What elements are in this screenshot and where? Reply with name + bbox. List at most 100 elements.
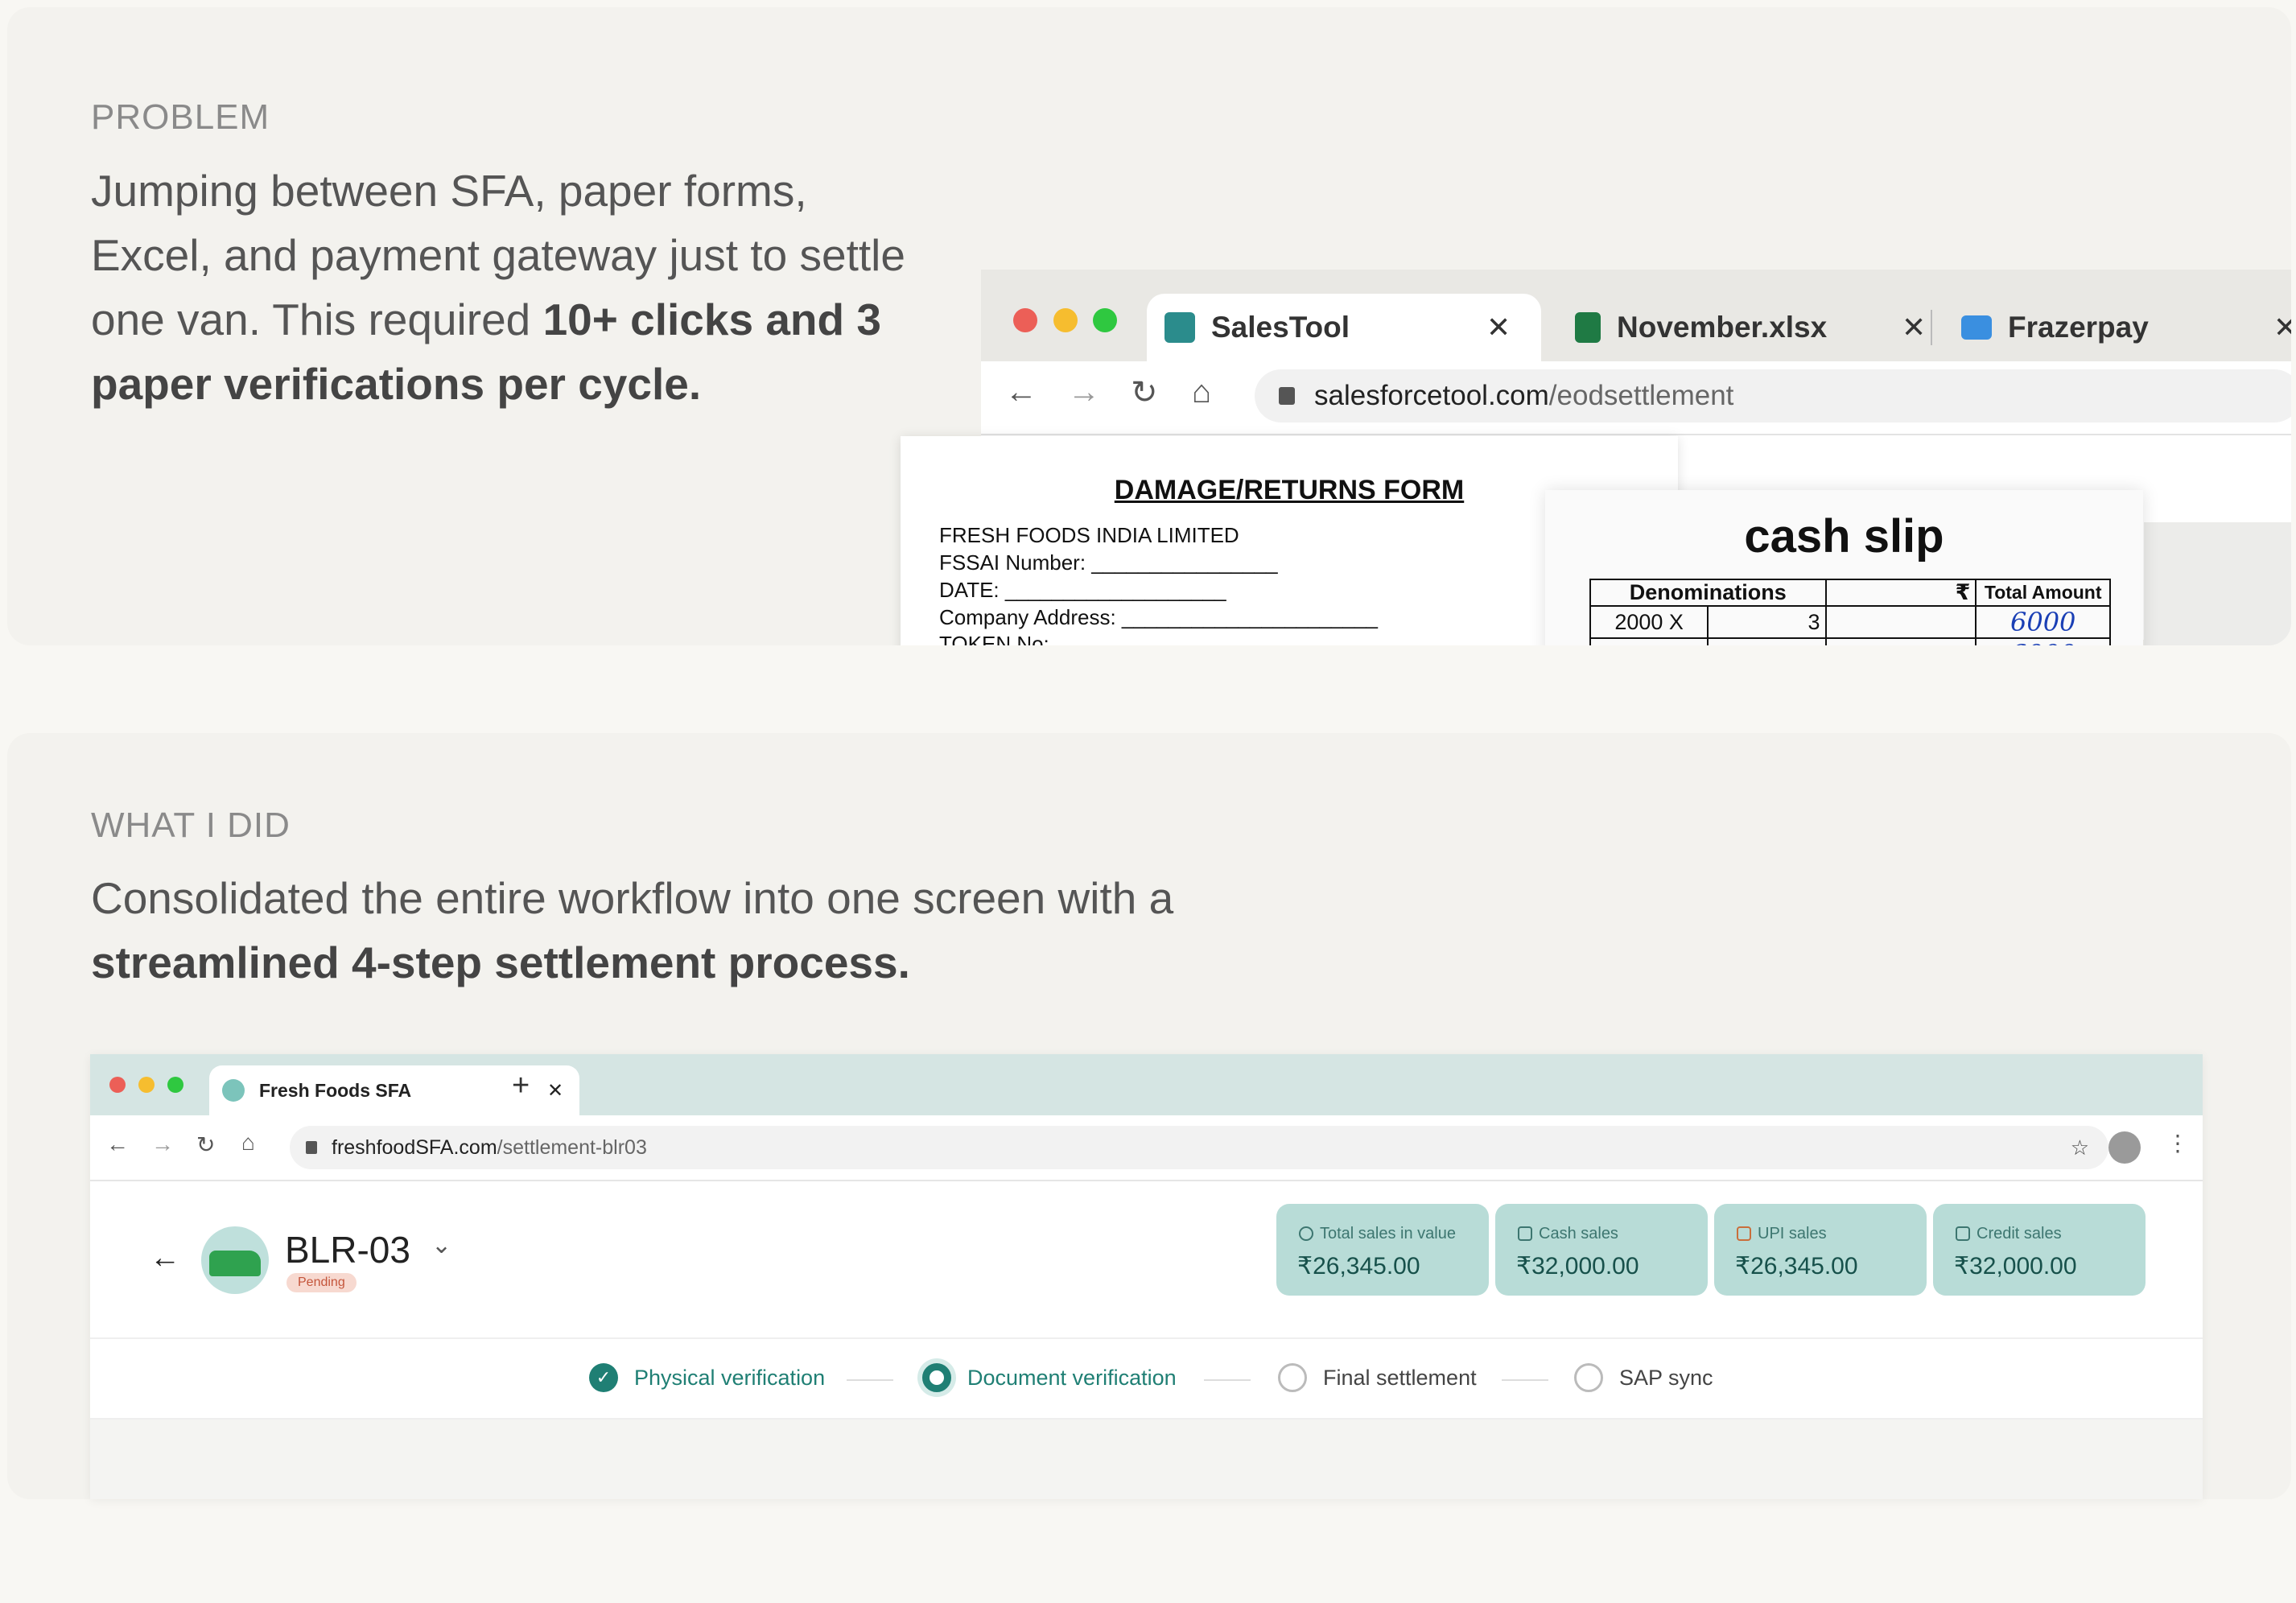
stat-label: UPI sales (1737, 1225, 1827, 1243)
excel-icon (1575, 312, 1601, 343)
form-company: FRESH FOODS INDIA LIMITED (939, 523, 1239, 547)
rupee-circle-icon (1299, 1226, 1313, 1241)
problem-line-4: paper verifications per cycle. (91, 352, 905, 416)
count-cell: 3 (1707, 605, 1827, 639)
empty-cell (1824, 637, 1977, 645)
stat-total-sales: Total sales in value ₹26,345.00 (1276, 1204, 1489, 1296)
sfa-address-bar: ← → ↻ ⌂ freshfoodSFA.com/settlement-blr0… (90, 1115, 2203, 1181)
solution-description: Consolidated the entire workflow into on… (91, 866, 1173, 995)
new-tab-icon[interactable]: + (512, 1069, 530, 1103)
problem-line-3-bold: 10+ clicks and 3 (542, 295, 881, 344)
maximize-window-dot[interactable] (167, 1077, 183, 1093)
tab-label: Fresh Foods SFA (259, 1079, 412, 1101)
problem-line-1: Jumping between SFA, paper forms, (91, 166, 807, 216)
form-fssai: FSSAI Number: ________________ (939, 550, 1278, 575)
app-logo-icon (222, 1079, 245, 1102)
stat-label: Total sales in value (1299, 1225, 1456, 1243)
step-document-verification[interactable]: Document verification (922, 1363, 1177, 1392)
close-tab-icon[interactable]: ✕ (547, 1079, 563, 1102)
forward-arrow-icon[interactable]: → (151, 1131, 174, 1157)
close-window-dot[interactable] (1013, 308, 1037, 332)
problem-line-3: one van. This required 10+ clicks and 3 (91, 287, 905, 352)
stat-value: ₹26,345.00 (1735, 1253, 1858, 1280)
stat-label-text: Credit sales (1977, 1225, 2062, 1242)
sfa-url-field[interactable]: freshfoodSFA.com/settlement-blr03 ☆ (290, 1126, 2108, 1169)
reload-icon[interactable]: ↻ (196, 1131, 215, 1158)
problem-url-field[interactable]: salesforcetool.com/eodsettlement (1255, 369, 2291, 422)
check-circle-icon: ✓ (589, 1363, 618, 1392)
tab-label: SalesTool (1211, 311, 1350, 344)
status-badge: Pending (286, 1273, 357, 1292)
forward-arrow-icon[interactable]: → (1068, 374, 1100, 410)
cash-slip: cash slip Denominations ₹ Total Amount 2… (1545, 490, 2143, 645)
close-tab-icon[interactable]: ✕ (1486, 311, 1511, 344)
header-rupee: ₹ (1824, 579, 1977, 607)
home-icon[interactable]: ⌂ (241, 1130, 255, 1156)
home-icon[interactable]: ⌂ (1192, 374, 1211, 410)
card-icon (1956, 1226, 1970, 1241)
solution-line-1: Consolidated the entire workflow into on… (91, 873, 1174, 923)
tab-november-xlsx[interactable]: November.xlsx ✕ (1557, 294, 1935, 361)
step-connector (1204, 1379, 1251, 1381)
form-date: DATE: ___________________ (939, 578, 1226, 602)
form-address: Company Address: ______________________ (939, 605, 1379, 629)
background-panel (2144, 522, 2291, 645)
stat-value: ₹32,000.00 (1516, 1253, 1639, 1280)
problem-card: PROBLEM Jumping between SFA, paper forms… (7, 7, 2291, 645)
van-avatar (201, 1226, 269, 1294)
url-domain: freshfoodSFA.com (332, 1135, 497, 1159)
url-path: /eodsettlement (1548, 380, 1734, 411)
minimize-window-dot[interactable] (138, 1077, 155, 1093)
denom-cell: 1000 X (1589, 637, 1709, 645)
step-label: Document verification (967, 1365, 1177, 1390)
empty-circle-icon (1278, 1363, 1307, 1392)
tab-label: November.xlsx (1617, 311, 1828, 344)
solution-eyebrow: WHAT I DID (91, 806, 291, 845)
cash-slip-table: Denominations ₹ Total Amount 2000 X 3 60… (1589, 579, 2111, 645)
url-path: /settlement-blr03 (497, 1135, 647, 1159)
stat-cash-sales: Cash sales ₹32,000.00 (1495, 1204, 1708, 1296)
step-final-settlement[interactable]: Final settlement (1278, 1363, 1477, 1392)
problem-line-2: Excel, and payment gateway just to settl… (91, 230, 905, 280)
minimize-window-dot[interactable] (1053, 308, 1078, 332)
step-sap-sync[interactable]: SAP sync (1574, 1363, 1713, 1392)
back-arrow-icon[interactable]: ← (150, 1241, 180, 1275)
stat-value: ₹26,345.00 (1297, 1253, 1420, 1280)
salestool-cube-icon (1164, 312, 1195, 343)
more-menu-icon[interactable]: ⋮ (2166, 1130, 2189, 1156)
stat-label-text: Cash sales (1539, 1225, 1618, 1242)
profile-avatar-icon[interactable] (2108, 1131, 2141, 1164)
close-window-dot[interactable] (109, 1077, 126, 1093)
header-total: Total Amount (1975, 579, 2111, 607)
problem-line-3-plain: one van. This required (91, 295, 543, 344)
step-physical-verification[interactable]: ✓ Physical verification (589, 1363, 825, 1392)
header-denominations: Denominations (1589, 579, 1827, 607)
route-dropdown-chevron-icon[interactable]: ⌄ (431, 1231, 451, 1259)
close-tab-icon[interactable]: ✕ (1902, 311, 1926, 344)
tab-divider (1931, 310, 1932, 345)
stat-label-text: Total sales in value (1320, 1225, 1456, 1242)
total-cell: 6000 (1975, 605, 2111, 639)
maximize-window-dot[interactable] (1093, 308, 1117, 332)
close-tab-icon[interactable]: ✕ (2273, 311, 2291, 344)
sfa-tab-bar: Fresh Foods SFA ✕ + (90, 1054, 2203, 1115)
bookmark-star-icon[interactable]: ☆ (2071, 1135, 2089, 1160)
back-arrow-icon[interactable]: ← (106, 1131, 129, 1157)
route-header: ← BLR-03 ⌄ Pending Total sales in value … (90, 1180, 2203, 1339)
problem-description: Jumping between SFA, paper forms, Excel,… (91, 159, 905, 416)
back-arrow-icon[interactable]: ← (1005, 374, 1037, 410)
upi-icon (1737, 1226, 1751, 1241)
empty-circle-icon (1574, 1363, 1603, 1392)
problem-line-4-bold: paper verifications per cycle. (91, 359, 702, 409)
url-domain: salesforcetool.com (1314, 380, 1549, 411)
stat-label: Cash sales (1518, 1225, 1618, 1243)
active-step-icon (922, 1363, 951, 1392)
tab-frazerpay[interactable]: Frazerpay ✕ (1944, 294, 2291, 361)
content-area (90, 1420, 2203, 1499)
reload-icon[interactable]: ↻ (1131, 374, 1158, 411)
step-label: Physical verification (634, 1365, 826, 1390)
route-title: BLR-03 (285, 1229, 410, 1271)
problem-eyebrow: PROBLEM (91, 97, 270, 137)
table-row: 1000 X 5 6000 (1589, 637, 2111, 645)
tab-salestool[interactable]: SalesTool ✕ (1147, 294, 1541, 361)
